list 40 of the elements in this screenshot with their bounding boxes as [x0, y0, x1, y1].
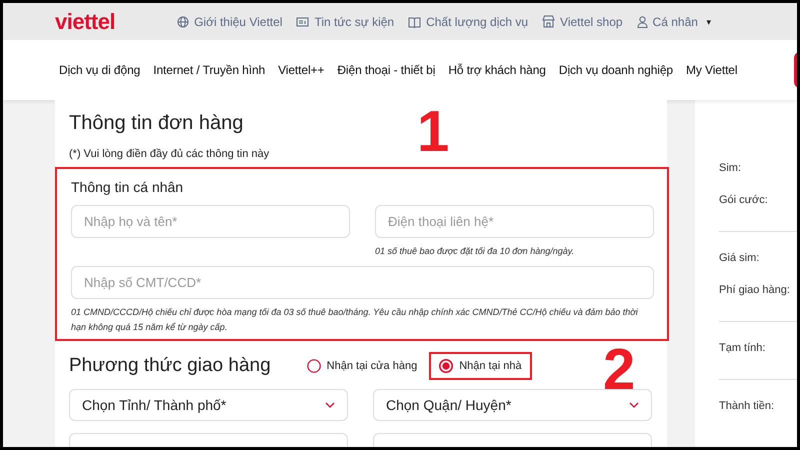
summary-label: Gói cước: [719, 194, 769, 206]
globe-icon [177, 16, 190, 28]
id-hint: 01 CMND/CCCD/Hộ chiếu chỉ được hòa mạng tối đa 03 số thuê bao/tháng. Yêu cầu nhập chính xác CMND/Thẻ CC/Hộ chiếu và đảm bảo thời hạn không quá 15 năm kể từ ngày cấp. [71, 306, 639, 334]
nav-link[interactable]: Viettel++ [278, 63, 324, 77]
header-link[interactable]: Giới thiệu Viettel [177, 14, 282, 28]
name-field[interactable]: Nhập họ và tên* [71, 205, 350, 238]
header-link[interactable]: Chất lượng dịch vụ [408, 14, 528, 28]
header-link[interactable]: Cá nhân ▾ [636, 14, 712, 28]
radio-option[interactable]: Nhận tại nhà [429, 352, 532, 380]
nav-link[interactable]: Dịch vụ doanh nghiệp [558, 63, 673, 77]
user-icon [636, 16, 648, 28]
delivery-title: Phương thức giao hàng [69, 355, 271, 377]
newspaper-icon [296, 16, 310, 27]
id-number-field[interactable]: Nhập số CMT/CCD* [71, 266, 654, 299]
summary-label: Tạm tính: [719, 342, 766, 354]
nav-link[interactable]: Internet / Truyền hình [153, 63, 266, 77]
viettel-logo[interactable]: viettel [55, 8, 116, 34]
shop-icon [542, 15, 556, 28]
nav-link[interactable]: Dịch vụ di động [59, 63, 140, 77]
annotation-number: 1 [417, 103, 450, 161]
section-title: Thông tin cá nhân [71, 179, 184, 195]
radio-option[interactable]: Nhận tại cửa hàng [296, 352, 428, 380]
summary-label: Phí giao hàng: [719, 284, 791, 296]
summary-label: Thành tiền: [719, 400, 776, 412]
header-link[interactable]: Tin tức sự kiện [296, 14, 394, 28]
phone-field[interactable]: Điện thoại liên hệ* [375, 205, 654, 238]
dropdown[interactable]: Chọn Tỉnh/ Thành phố* [69, 389, 348, 421]
order-title: Thông tin đơn hàng [69, 112, 244, 135]
nav-link[interactable]: Điện thoại - thiết bị [337, 63, 436, 77]
chevron-down-icon [629, 402, 639, 408]
required-note: (*) Vui lòng điền đầy đủ các thông tin này [69, 148, 270, 160]
phone-hint: 01 số thuê bao được đặt tối đa 10 đơn hàng/ngày. [375, 246, 576, 256]
header-link[interactable]: Viettel shop [542, 14, 623, 28]
chevron-down-icon [325, 402, 335, 408]
dropdown[interactable]: Chọn Quận/ Huyện* [373, 389, 652, 421]
summary-label: Sim: [719, 162, 742, 174]
summary-label: Giá sim: [719, 252, 760, 264]
nav-link[interactable]: Hỗ trợ khách hàng [448, 63, 546, 77]
nav-link[interactable]: My Viettel [686, 63, 738, 77]
book-icon [408, 16, 422, 28]
